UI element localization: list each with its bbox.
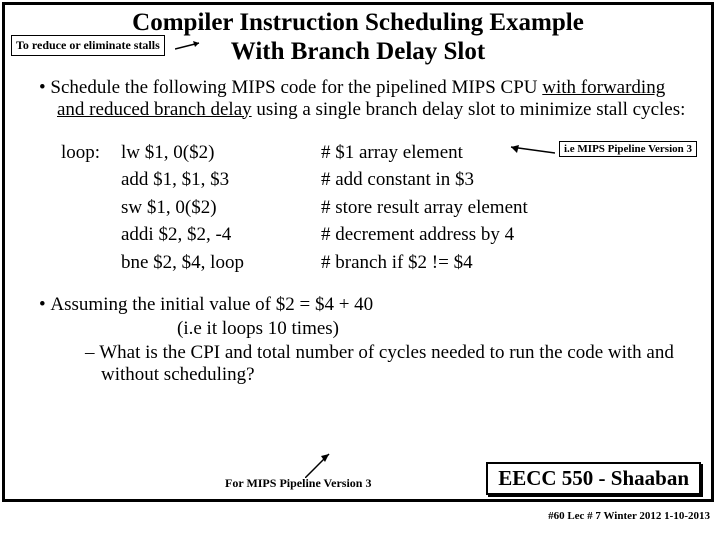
loop-label: loop: (61, 139, 121, 167)
slide-body: • Schedule the following MIPS code for t… (27, 77, 689, 387)
code-ins: sw $1, 0($2) (121, 194, 321, 222)
annot-pipeline-v3-top: i.e MIPS Pipeline Version 3 (559, 141, 697, 157)
code-ins: add $1, $1, $3 (121, 166, 321, 194)
title-line-1: Compiler Instruction Scheduling Example (132, 9, 584, 36)
code-block: loop: lw $1, 0($2) # $1 array element ad… (61, 139, 689, 277)
slide-frame: To reduce or eliminate stalls Compiler I… (2, 2, 714, 502)
code-ins: bne $2, $4, loop (121, 249, 321, 277)
bullet-dot: • (39, 77, 50, 98)
code-cmt: # add constant in $3 (321, 166, 689, 194)
bullet-schedule: • Schedule the following MIPS code for t… (57, 77, 689, 121)
code-line: addi $2, $2, -4 # decrement address by 4 (61, 221, 689, 249)
para1-b: using a single branch delay slot to mini… (252, 99, 686, 120)
code-cmt: # store result array element (321, 194, 689, 222)
code-ins: lw $1, 0($2) (121, 139, 321, 167)
slide-footer: #60 Lec # 7 Winter 2012 1-10-2013 (548, 510, 710, 522)
annot-reduce-stalls: To reduce or eliminate stalls (11, 35, 165, 56)
para1-a: Schedule the following MIPS code for the… (50, 77, 542, 98)
code-line: add $1, $1, $3 # add constant in $3 (61, 166, 689, 194)
bullet-assume: • Assuming the initial value of $2 = $4 … (57, 294, 689, 386)
pointer-icon (305, 450, 335, 478)
para2-sub: (i.e it loops 10 times) (177, 318, 689, 340)
course-badge: EECC 550 - Shaaban (486, 462, 701, 495)
bullet-dot: • (39, 294, 50, 315)
code-line: sw $1, 0($2) # store result array elemen… (61, 194, 689, 222)
code-ins: addi $2, $2, -4 (121, 221, 321, 249)
para2-q-text: What is the CPI and total number of cycl… (99, 342, 674, 385)
code-cmt: # decrement address by 4 (321, 221, 689, 249)
pointer-icon (175, 39, 205, 59)
dash: – (85, 342, 99, 363)
para2-question: – What is the CPI and total number of cy… (101, 342, 689, 386)
pointer-icon (505, 145, 555, 161)
para2: Assuming the initial value of $2 = $4 + … (50, 294, 373, 315)
code-line: bne $2, $4, loop # branch if $2 != $4 (61, 249, 689, 277)
title-line-2: With Branch Delay Slot (231, 38, 485, 65)
annot-pipeline-v3-bottom: For MIPS Pipeline Version 3 (225, 476, 371, 491)
code-cmt: # branch if $2 != $4 (321, 249, 689, 277)
